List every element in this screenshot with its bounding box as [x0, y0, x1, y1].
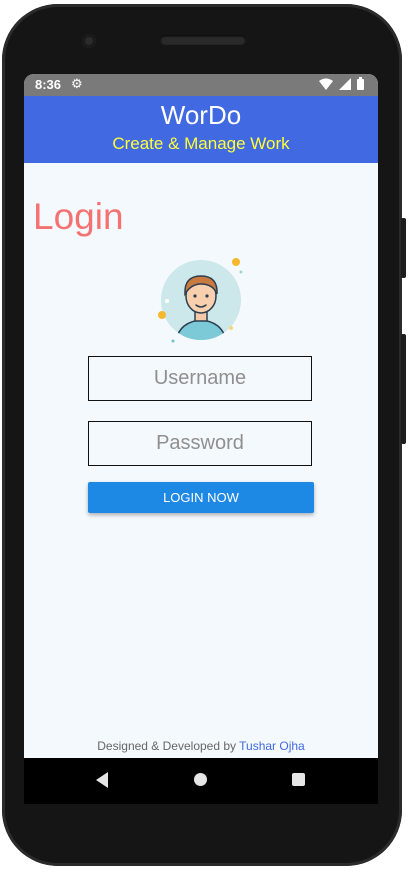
password-input[interactable]: [89, 422, 311, 465]
footer-credit: Designed & Developed by Tushar Ojha: [24, 739, 378, 753]
footer-prefix: Designed & Developed by: [97, 739, 240, 753]
app-bar: WorDo Create & Manage Work: [24, 96, 378, 163]
username-field[interactable]: [88, 356, 312, 401]
login-button[interactable]: LOGIN NOW: [88, 482, 314, 513]
front-camera: [82, 34, 96, 48]
home-icon[interactable]: [194, 773, 207, 786]
app-subtitle: Create & Manage Work: [112, 134, 290, 153]
status-icons: [319, 77, 364, 90]
username-input[interactable]: [89, 357, 311, 400]
status-time: 8:36: [35, 77, 62, 92]
power-button: [401, 334, 406, 444]
battery-icon: [357, 77, 364, 90]
password-field[interactable]: [88, 421, 312, 466]
cell-signal-icon: [339, 77, 351, 90]
volume-button: [401, 218, 406, 278]
app-title: WorDo: [160, 100, 242, 130]
navigation-bar: [24, 758, 378, 804]
app-screen: 8:36 ⚙ WorDo Create & Manage Work Login: [24, 74, 378, 764]
gear-icon: ⚙: [71, 76, 83, 91]
login-heading: Login: [33, 196, 124, 237]
earpiece-speaker: [160, 35, 246, 45]
status-bar: 8:36 ⚙: [24, 74, 378, 96]
user-avatar-icon: [158, 258, 243, 343]
back-icon[interactable]: [96, 772, 108, 788]
wifi-icon: [319, 78, 333, 90]
author-link[interactable]: Tushar Ojha: [239, 739, 305, 753]
recents-icon[interactable]: [292, 773, 305, 786]
